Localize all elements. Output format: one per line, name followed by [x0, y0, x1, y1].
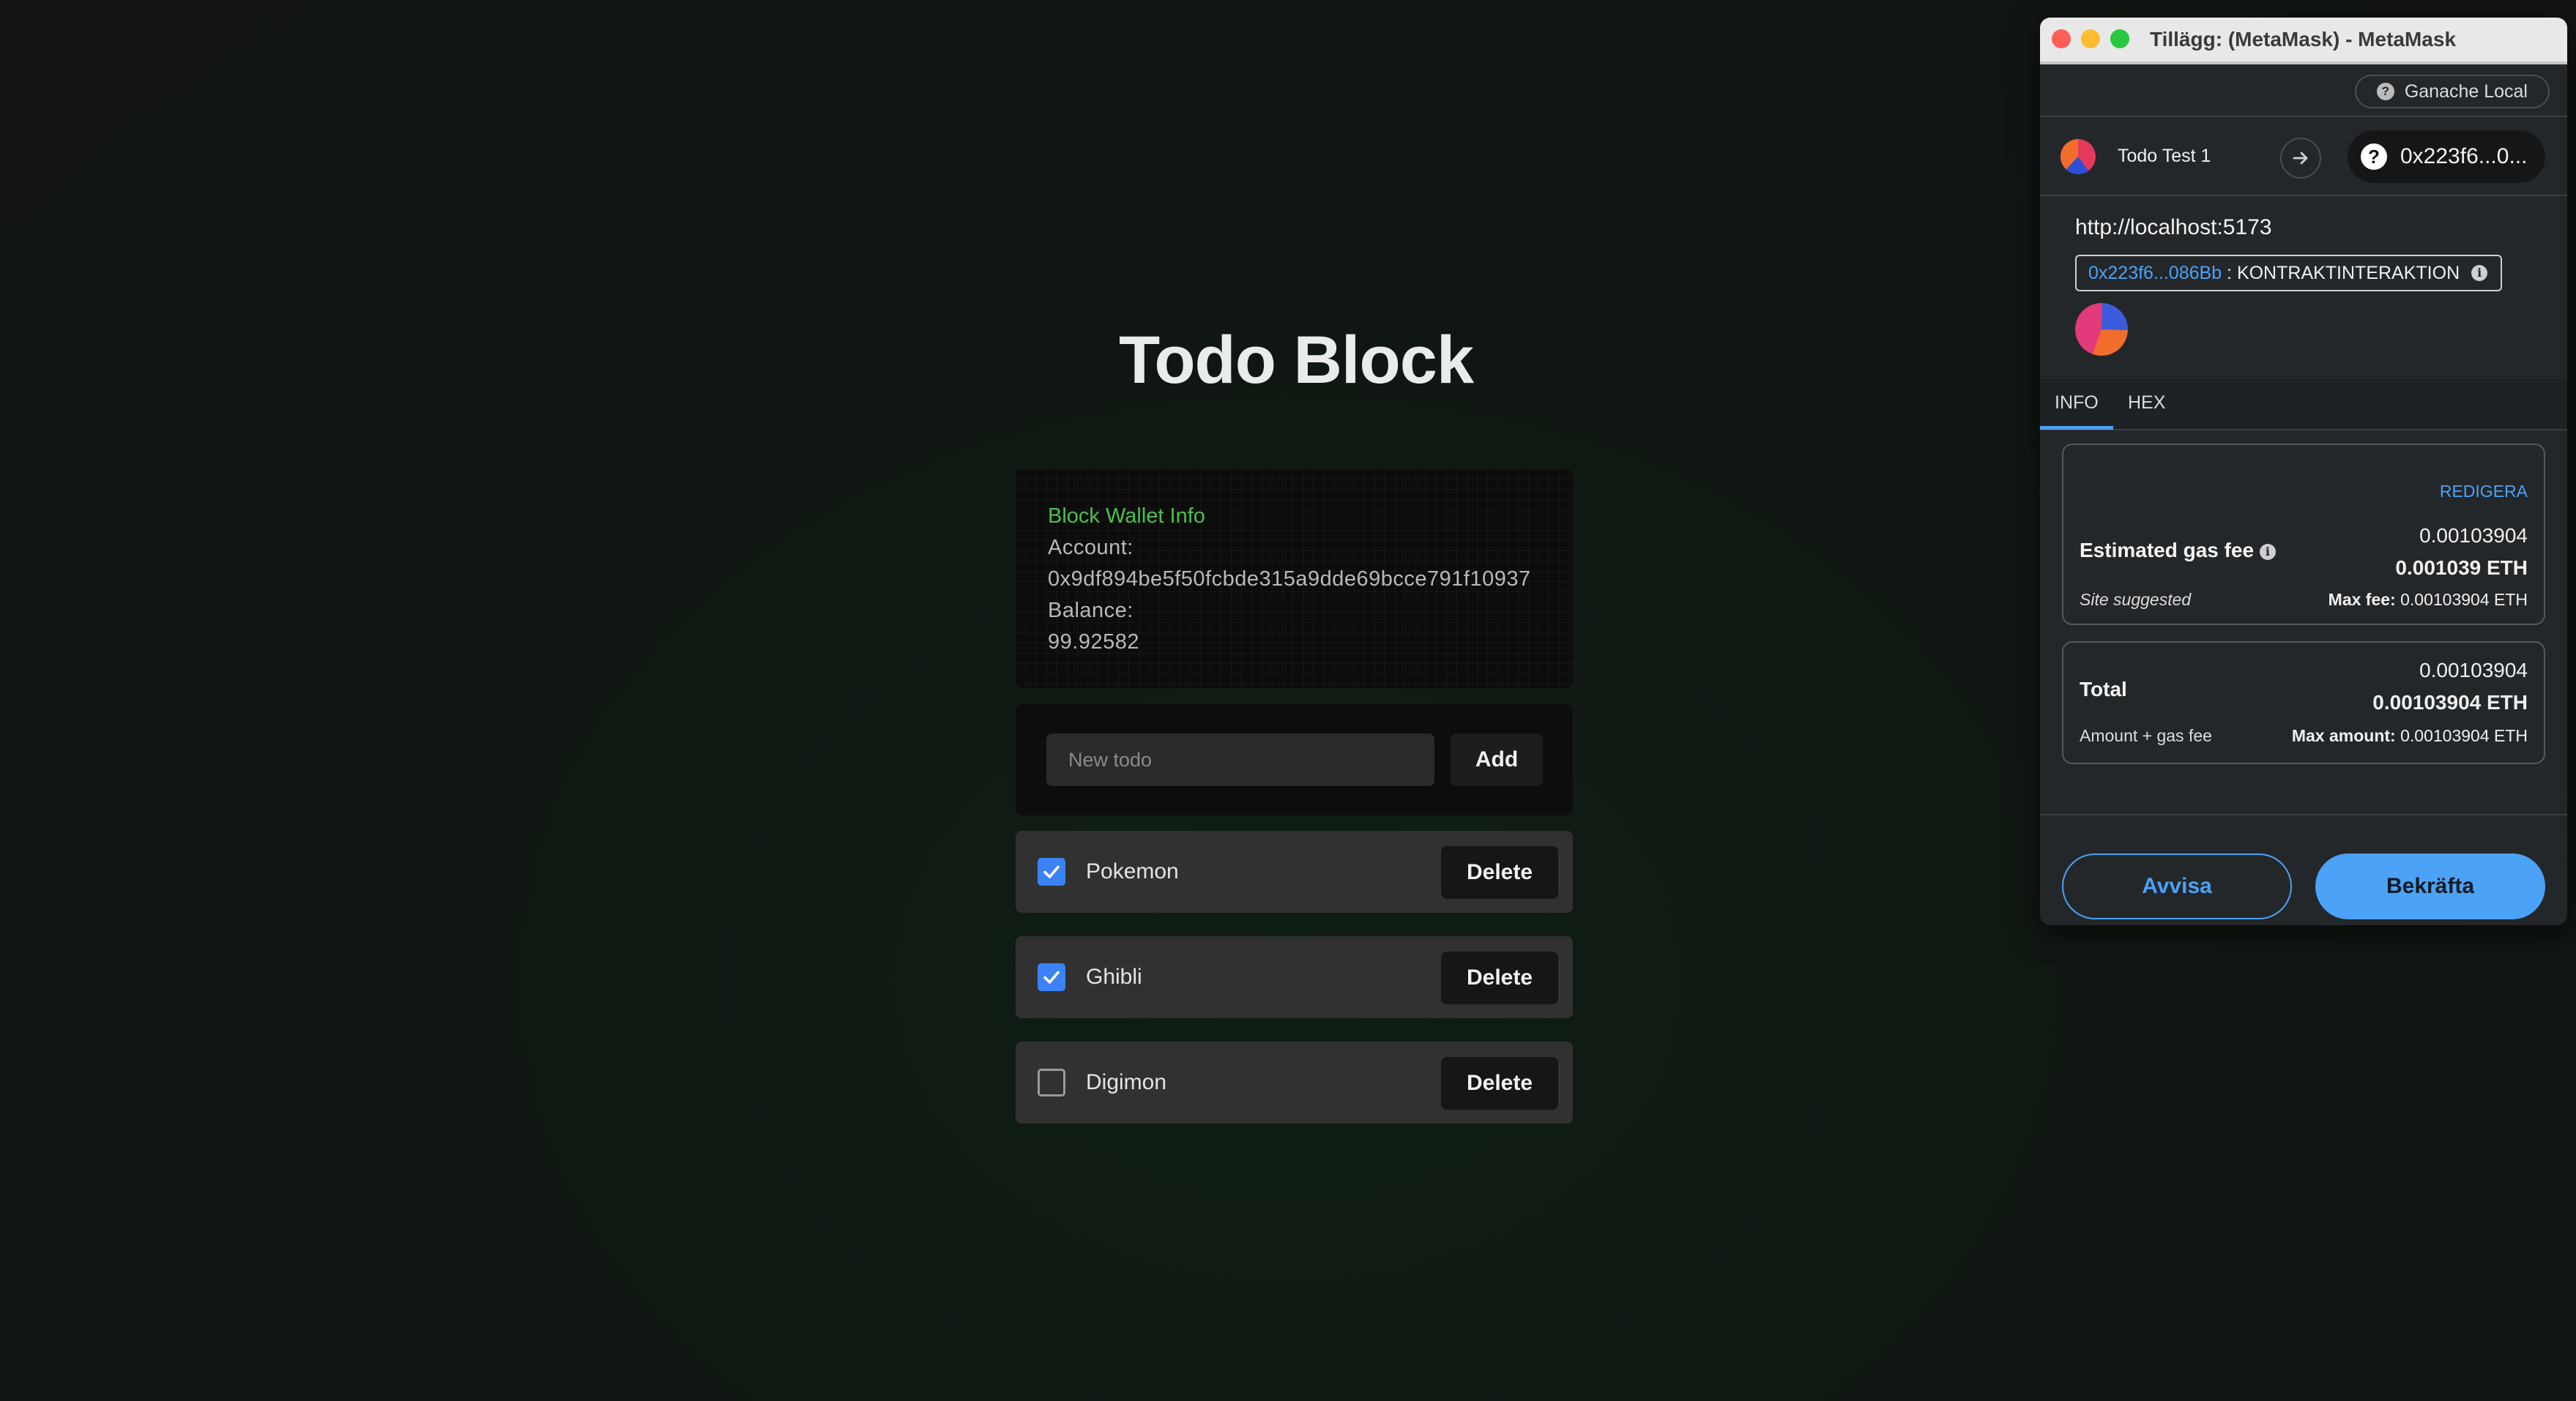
new-todo-input[interactable] — [1046, 733, 1434, 786]
max-fee-value: 0.00103904 ETH — [2400, 590, 2528, 609]
close-window-button[interactable] — [2052, 29, 2071, 48]
delete-todo-button[interactable]: Delete — [1441, 952, 1558, 1004]
max-amount-label: Max amount: — [2291, 726, 2396, 745]
question-icon: ? — [2361, 143, 2387, 170]
amount-gas-label: Amount + gas fee — [2080, 726, 2212, 745]
sender-recipient-row: Todo Test 1 ? 0x223f6...0... — [2040, 117, 2567, 196]
max-amount: Max amount: 0.00103904 ETH — [2292, 726, 2528, 746]
info-icon[interactable]: i — [2471, 265, 2488, 281]
zoom-window-button[interactable] — [2110, 29, 2129, 48]
max-amount-value: 0.00103904 ETH — [2400, 726, 2528, 745]
add-todo-form: Add — [1016, 704, 1573, 815]
network-name: Ganache Local — [2404, 81, 2528, 102]
total-title: Total — [2080, 678, 2127, 700]
todo-label: Ghibli — [1086, 965, 1142, 989]
tab-info[interactable]: INFO — [2040, 379, 2113, 430]
info-icon[interactable]: i — [2259, 543, 2276, 560]
contract-separator: : — [2222, 263, 2237, 283]
wallet-info-panel: Block Wallet Info Account: 0x9df894be5f5… — [1016, 468, 1573, 688]
confirm-button[interactable]: Bekräfta — [2315, 853, 2545, 919]
gas-fee-title-text: Estimated gas fee — [2080, 539, 2255, 561]
page-title: Todo Block — [1118, 323, 1474, 397]
balance-label: Balance: — [1048, 599, 1133, 622]
gas-fee-eth: 0.001039 ETH — [2395, 556, 2528, 579]
todo-label: Pokemon — [1086, 859, 1179, 883]
todo-item: Pokemon Delete — [1016, 831, 1573, 913]
site-avatar — [2075, 303, 2128, 356]
window-title: Tillägg: (MetaMask) - MetaMask — [2150, 28, 2457, 51]
todo-checkbox[interactable] — [1038, 1069, 1065, 1096]
network-bar: ? Ganache Local — [2040, 64, 2567, 117]
contract-interaction-badge: 0x223f6...086Bb : KONTRAKTINTERAKTION i — [2075, 255, 2503, 291]
edit-gas-button[interactable]: REDIGERA — [2440, 482, 2528, 501]
gas-fee-value: 0.00103904 — [2419, 524, 2528, 547]
account-avatar — [2061, 139, 2096, 174]
checkmark-icon — [1043, 865, 1060, 878]
todo-item: Digimon Delete — [1016, 1042, 1573, 1124]
tab-hex[interactable]: HEX — [2113, 379, 2180, 426]
tab-bar: INFO HEX — [2040, 379, 2567, 430]
site-suggested-label: Site suggested — [2080, 590, 2192, 609]
total-eth: 0.00103904 ETH — [2372, 691, 2528, 714]
window-titlebar: Tillägg: (MetaMask) - MetaMask — [2040, 18, 2567, 64]
site-origin: http://localhost:5173 — [2075, 215, 2272, 239]
add-todo-button[interactable]: Add — [1451, 733, 1543, 786]
arrow-right-icon — [2280, 138, 2321, 179]
checkmark-icon — [1043, 971, 1060, 984]
action-footer: Avvisa Bekräfta — [2040, 814, 2567, 925]
network-selector[interactable]: ? Ganache Local — [2354, 75, 2550, 108]
recipient-address-pill[interactable]: ? 0x223f6...0... — [2348, 130, 2545, 183]
metamask-popup: Tillägg: (MetaMask) - MetaMask ? Ganache… — [2040, 18, 2567, 925]
todo-label: Digimon — [1086, 1070, 1167, 1094]
balance-value: 99.92582 — [1048, 630, 1139, 654]
contract-interaction-label: KONTRAKTINTERAKTION — [2236, 263, 2460, 283]
question-icon: ? — [2376, 83, 2394, 100]
total-value: 0.00103904 — [2419, 659, 2528, 681]
max-fee-label: Max fee: — [2328, 590, 2396, 609]
max-fee: Max fee: 0.00103904 ETH — [2329, 590, 2528, 610]
gas-fee-card: REDIGERA Estimated gas fee i 0.00103904 … — [2062, 444, 2545, 625]
recipient-address: 0x223f6...0... — [2400, 144, 2528, 168]
delete-todo-button[interactable]: Delete — [1441, 1057, 1558, 1110]
account-label: Account: — [1048, 536, 1133, 559]
todo-item: Ghibli Delete — [1016, 936, 1573, 1018]
contract-address-link[interactable]: 0x223f6...086Bb — [2088, 263, 2222, 283]
todo-checkbox[interactable] — [1038, 858, 1065, 886]
from-account-name[interactable]: Todo Test 1 — [2118, 117, 2211, 195]
total-card: Total 0.00103904 0.00103904 ETH Amount +… — [2062, 641, 2545, 764]
todo-checkbox[interactable] — [1038, 963, 1065, 991]
reject-button[interactable]: Avvisa — [2062, 853, 2292, 919]
minimize-window-button[interactable] — [2081, 29, 2100, 48]
wallet-info-heading: Block Wallet Info — [1048, 504, 1205, 528]
delete-todo-button[interactable]: Delete — [1441, 846, 1558, 899]
gas-fee-title: Estimated gas fee i — [2080, 539, 2276, 562]
account-address: 0x9df894be5f50fcbde315a9dde69bcce791f109… — [1048, 567, 1531, 591]
